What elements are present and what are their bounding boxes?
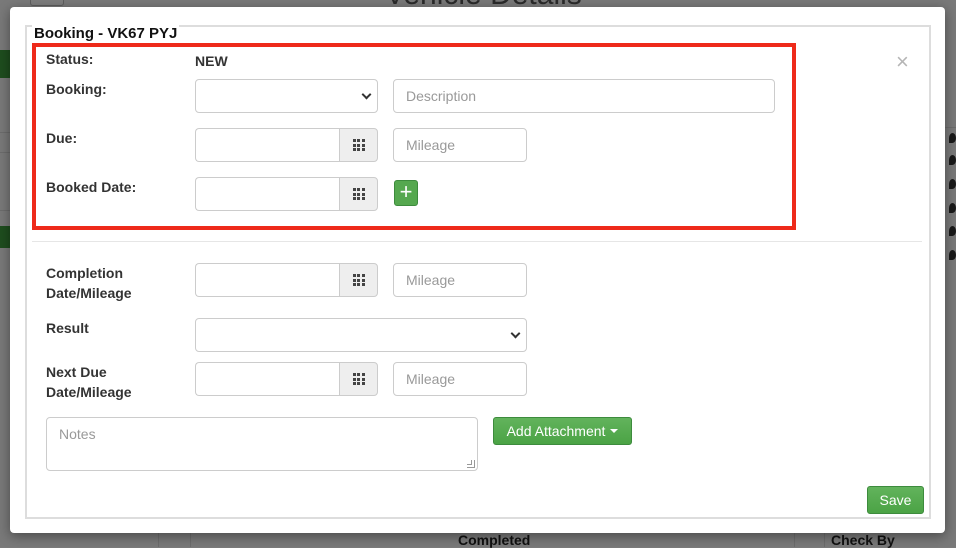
notes-textarea[interactable]	[46, 417, 478, 471]
booking-select[interactable]	[195, 79, 378, 113]
booking-modal: Booking - VK67 PYJ × Status: NEW Booking…	[10, 7, 945, 533]
due-label: Due:	[46, 130, 78, 146]
next-due-date-picker	[195, 362, 378, 396]
caret-down-icon	[610, 429, 619, 433]
grid-icon	[352, 373, 365, 385]
completion-label-line2: Date/Mileage	[46, 285, 132, 301]
booked-date-input[interactable]	[195, 177, 340, 211]
next-due-label: Next Due Date/Mileage	[46, 362, 132, 402]
next-due-label-line2: Date/Mileage	[46, 384, 132, 400]
booked-date-calendar-button[interactable]	[339, 177, 378, 211]
result-label: Result	[46, 320, 89, 336]
chevron-down-icon	[361, 89, 372, 100]
booked-date-label: Booked Date:	[46, 179, 137, 195]
description-input[interactable]	[393, 79, 775, 113]
completion-mileage-input[interactable]	[393, 263, 527, 297]
grid-icon	[352, 139, 365, 151]
save-label: Save	[879, 492, 912, 508]
grid-icon	[352, 274, 365, 286]
next-due-mileage-input[interactable]	[393, 362, 527, 396]
next-due-label-line1: Next Due	[46, 364, 107, 380]
completion-date-picker	[195, 263, 378, 297]
status-value: NEW	[195, 53, 228, 69]
add-attachment-label: Add Attachment	[506, 423, 606, 439]
chevron-down-icon	[510, 328, 521, 339]
resize-handle-icon[interactable]	[467, 460, 475, 468]
booked-date-picker	[195, 177, 378, 211]
grid-icon	[352, 188, 365, 200]
add-booking-button[interactable]: +	[394, 180, 418, 206]
completion-calendar-button[interactable]	[339, 263, 378, 297]
due-mileage-input[interactable]	[393, 128, 527, 162]
modal-title: Booking - VK67 PYJ	[32, 25, 180, 42]
next-due-calendar-button[interactable]	[339, 362, 378, 396]
close-icon[interactable]: ×	[896, 51, 909, 73]
add-attachment-button[interactable]: Add Attachment	[493, 417, 632, 445]
completion-label: Completion Date/Mileage	[46, 263, 132, 303]
section-divider	[32, 241, 922, 242]
completion-label-line1: Completion	[46, 265, 123, 281]
due-date-input[interactable]	[195, 128, 340, 162]
save-button[interactable]: Save	[867, 486, 924, 514]
next-due-date-input[interactable]	[195, 362, 340, 396]
result-select[interactable]	[195, 318, 527, 352]
status-label: Status:	[46, 51, 94, 67]
due-date-picker	[195, 128, 378, 162]
completion-date-input[interactable]	[195, 263, 340, 297]
due-calendar-button[interactable]	[339, 128, 378, 162]
booking-label: Booking:	[46, 81, 107, 97]
